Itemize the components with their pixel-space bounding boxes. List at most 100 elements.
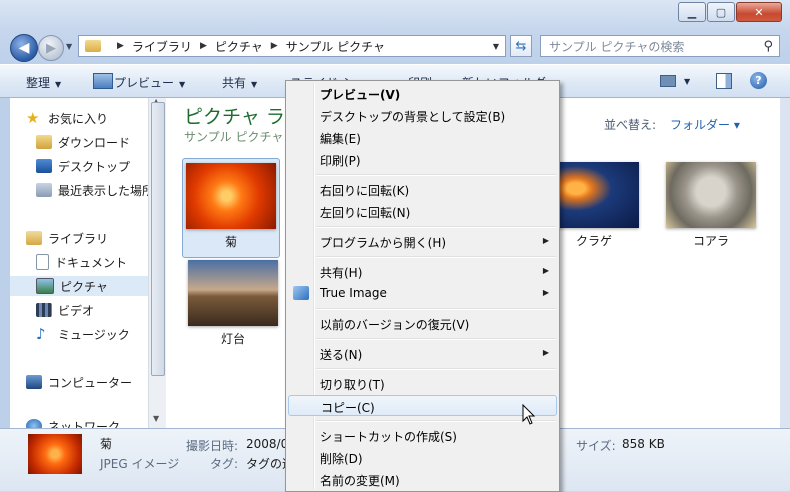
preview-icon [93,73,113,89]
details-date-value[interactable]: 2008/0 [246,437,288,451]
nav-documents[interactable]: ドキュメント [36,252,127,272]
menu-item-preview[interactable]: プレビュー(V) [288,83,557,104]
address-bar[interactable]: ▶ ライブラリ ▶ ピクチャ ▶ サンプル ピクチャ ▼ [78,35,506,57]
preview-button[interactable]: プレビュー ▼ [114,74,185,91]
menu-item-rotate-clockwise[interactable]: 右回りに回転(K) [288,179,557,200]
chevron-right-icon[interactable]: ▶ [200,41,207,51]
thumbnail-lighthouse[interactable]: 灯台 [185,260,281,347]
arrange-by-dropdown[interactable]: フォルダー ▾ [670,116,740,133]
share-button[interactable]: 共有 ▼ [222,74,257,91]
document-icon [36,254,49,270]
menu-item-edit[interactable]: 編集(E) [288,127,557,148]
menu-item-rename[interactable]: 名前の変更(M) [288,469,557,490]
menu-item-cut[interactable]: 切り取り(T) [288,373,557,394]
preview-pane-icon[interactable] [716,73,732,89]
submenu-arrow-icon: ▶ [542,266,549,275]
nav-downloads[interactable]: ダウンロード [36,132,130,152]
menu-item-label: 名前の変更(M) [320,474,400,488]
chevron-down-icon[interactable]: ▼ [684,77,690,86]
help-icon[interactable]: ? [750,72,767,89]
nav-pictures-label: ピクチャ [60,279,108,294]
menu-separator [316,308,556,310]
organize-button[interactable]: 整理 ▼ [26,74,61,91]
breadcrumb-pictures[interactable]: ピクチャ [215,38,263,55]
menu-item-create-shortcut[interactable]: ショートカットの作成(S) [288,425,557,446]
menu-separator [316,420,556,422]
computer-icon [26,375,42,389]
breadcrumb-libraries[interactable]: ライブラリ [132,38,192,55]
menu-item-true-image[interactable]: True Image ▶ [288,283,557,304]
nav-videos[interactable]: ビデオ [36,300,94,320]
menu-separator [316,338,556,340]
thumbnail-jellyfish[interactable]: クラゲ [546,162,642,249]
maximize-button[interactable]: ▢ [707,2,735,22]
menu-item-label: 削除(D) [320,452,363,466]
forward-button[interactable]: ▶ [38,35,64,61]
nav-scrollbar[interactable]: ▲ ▼ [148,97,166,428]
nav-favorites-label: お気に入り [48,111,109,126]
menu-item-rotate-counterclockwise[interactable]: 左回りに回転(N) [288,201,557,222]
nav-recent-label: 最近表示した場所 [58,183,148,198]
menu-item-copy[interactable]: コピー(C) [288,395,557,416]
menu-item-share[interactable]: 共有(H) ▶ [288,261,557,282]
thumbnail-koala[interactable]: コアラ [663,162,759,249]
details-size-label: サイズ: [576,439,616,453]
menu-item-restore-previous-versions[interactable]: 以前のバージョンの復元(V) [288,313,557,334]
menu-item-print[interactable]: 印刷(P) [288,149,557,170]
scroll-down-icon[interactable]: ▼ [153,414,159,423]
menu-item-label: ショートカットの作成(S) [320,430,457,444]
recent-pages-dropdown[interactable]: ▼ [66,42,72,51]
close-button[interactable]: ✕ [736,2,782,22]
library-subheading[interactable]: サンプル ピクチャ [184,128,283,145]
nav-pictures[interactable]: ピクチャ [10,276,148,296]
menu-separator [316,226,556,228]
menu-item-label: 共有(H) [320,266,363,280]
nav-network[interactable]: ネットワーク [26,416,120,428]
menu-separator [316,174,556,176]
menu-item-label: 左回りに回転(N) [320,206,411,220]
nav-music[interactable]: ♪ ミュージック [36,324,130,344]
submenu-arrow-icon: ▶ [542,348,549,357]
menu-separator [316,256,556,258]
search-input[interactable]: サンプル ピクチャの検索 ⚲ [540,35,780,57]
refresh-button[interactable]: ⇆ [510,35,532,57]
nav-computer[interactable]: コンピューター [26,372,132,392]
breadcrumb-sample-pictures[interactable]: サンプル ピクチャ [286,38,385,55]
nav-network-label: ネットワーク [48,419,121,429]
nav-favorites[interactable]: ★ お気に入り [26,108,108,128]
menu-item-send-to[interactable]: 送る(N) ▶ [288,343,557,364]
nav-music-label: ミュージック [58,327,130,342]
nav-downloads-label: ダウンロード [58,135,131,150]
details-thumbnail [28,434,82,474]
nav-desktop[interactable]: デスクトップ [36,156,130,176]
chevron-down-icon[interactable]: ▼ [493,42,499,51]
thumbnail-label: 菊 [224,235,237,249]
recent-places-icon [36,183,52,197]
nav-recent[interactable]: 最近表示した場所 [36,180,148,200]
music-note-icon: ♪ [36,325,46,343]
menu-item-delete[interactable]: 削除(D) [288,447,557,468]
details-tag-label: タグ: [210,457,239,471]
view-options-icon[interactable] [660,75,676,87]
menu-item-label: 右回りに回転(K) [320,184,410,198]
back-button[interactable]: ◀ [10,34,38,62]
nav-libraries[interactable]: ライブラリ [26,228,108,248]
thumbnail-chrysanthemum[interactable]: 菊 [182,158,280,258]
preview-label: プレビュー [114,76,175,90]
chevron-right-icon[interactable]: ▶ [271,41,278,51]
nav-desktop-label: デスクトップ [58,159,131,174]
menu-item-set-desktop-background[interactable]: デスクトップの背景として設定(B) [288,105,557,126]
true-image-icon [293,286,309,300]
chevron-right-icon[interactable]: ▶ [117,41,124,51]
thumbnail-label: コアラ [692,234,729,248]
mouse-pointer-icon [522,404,536,425]
menu-separator [316,368,556,370]
search-icon[interactable]: ⚲ [763,39,773,54]
scrollbar-thumb[interactable] [151,102,165,376]
menu-item-label: True Image [320,286,387,300]
menu-item-open-with[interactable]: プログラムから開く(H) ▶ [288,231,557,252]
minimize-button[interactable]: ▁ [678,2,706,22]
library-icon [26,231,42,245]
chevron-down-icon: ▼ [179,80,186,89]
menu-item-label: 切り取り(T) [320,378,385,392]
